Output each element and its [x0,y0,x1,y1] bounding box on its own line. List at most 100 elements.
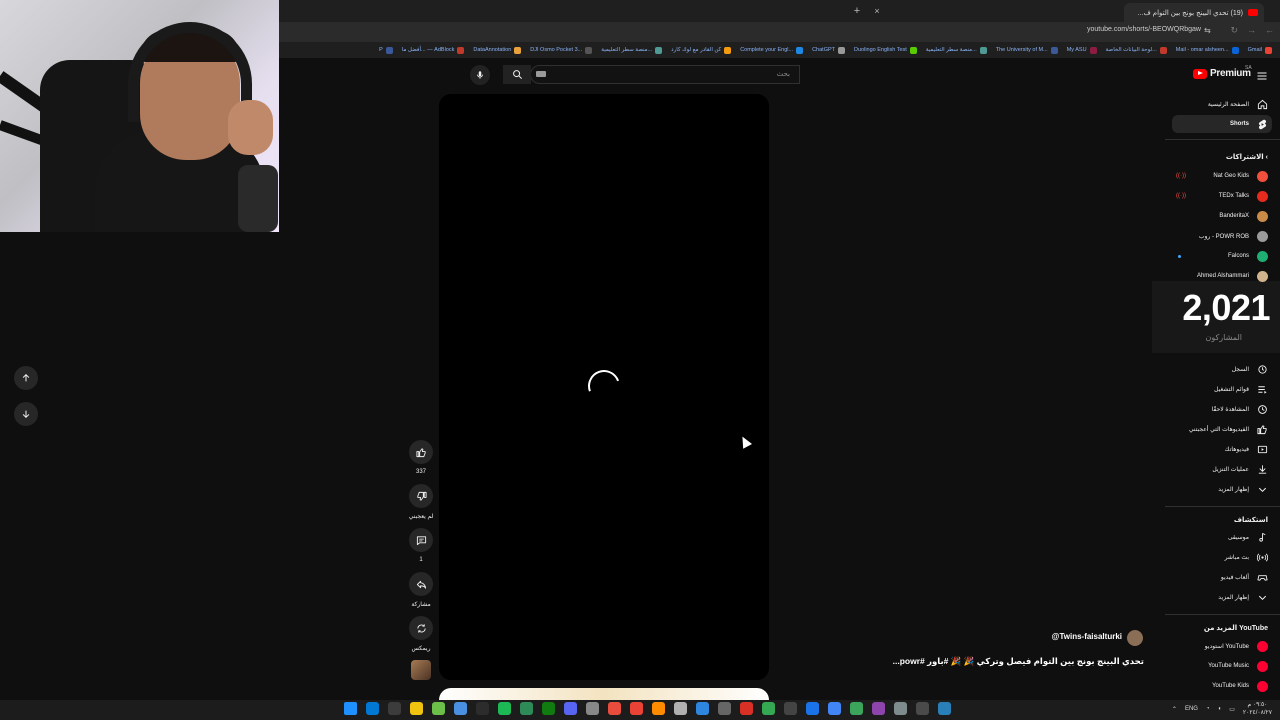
sidebar-item[interactable]: استوديو YouTube [1172,637,1272,655]
search-input[interactable] [530,65,800,84]
subscriptions-heading[interactable]: الاشتراكات ‹ [1226,153,1268,161]
bookmark-item[interactable]: P [379,46,393,54]
comments-action[interactable]: 1 [408,528,434,563]
language-indicator[interactable]: ENG [1185,706,1198,712]
sidebar-item[interactable]: YouTube Kids [1172,677,1272,695]
sidebar-item[interactable]: فيديوهاتك [1172,440,1272,458]
taskbar-app-icon[interactable] [894,702,907,715]
sidebar-item[interactable]: الفيديوهات التي أعجبتني [1172,420,1272,438]
hamburger-menu-icon[interactable] [1256,69,1268,81]
taskbar-app-icon[interactable] [476,702,489,715]
bookmark-item[interactable]: لوحة البيانات الخاصة... [1106,46,1167,54]
sound-thumbnail[interactable] [411,660,431,680]
taskbar-app-icon[interactable] [916,702,929,715]
bookmark-item[interactable]: DataAnnotation [473,46,522,54]
sidebar-channel[interactable]: روب - POWR ROB [1172,227,1272,245]
taskbar-app-icon[interactable] [872,702,885,715]
dislike-action[interactable]: لم يعجبني [408,484,434,520]
share-button[interactable] [409,572,433,596]
sidebar-item[interactable]: موسيقى [1172,528,1272,546]
bookmark-item[interactable]: أفضل ما... — AdBlock [402,46,465,54]
bookmark-item[interactable]: منصة سطر التعليمية... [926,46,987,54]
sidebar-item[interactable]: عمليات التنزيل [1172,460,1272,478]
share-action[interactable]: مشاركة [408,572,434,608]
taskbar-app-icon[interactable] [608,702,621,715]
taskbar-app-icon[interactable] [388,702,401,715]
url-field[interactable]: youtube.com/shorts/-BEOWQRbgaw [1087,26,1201,33]
tray-overflow-icon[interactable]: ⌃ [1172,706,1177,713]
taskbar-app-icon[interactable] [542,702,555,715]
sidebar-channel[interactable]: Falcons [1172,247,1272,265]
sidebar-item-home[interactable]: الصفحة الرئيسية [1172,95,1272,113]
forward-icon[interactable]: → [1247,25,1256,35]
bookmark-item[interactable]: Gmail [1248,46,1272,54]
taskbar-app-icon[interactable] [762,702,775,715]
volume-icon[interactable]: ◖ [1218,706,1222,712]
taskbar-app-icon[interactable] [740,702,753,715]
bookmark-item[interactable]: My ASU [1067,46,1097,54]
taskbar-app-icon[interactable] [718,702,731,715]
keyboard-icon[interactable] [536,71,546,77]
like-button[interactable] [409,440,433,464]
sidebar-item[interactable]: YouTube Music [1172,657,1272,675]
taskbar-app-icon[interactable] [366,702,379,715]
sidebar-item-shorts[interactable]: Shorts [1172,115,1272,133]
sidebar-item[interactable]: إظهار المزيد [1172,480,1272,498]
taskbar-app-icon[interactable] [828,702,841,715]
taskbar-app-icon[interactable] [432,702,445,715]
remix-button[interactable] [409,616,433,640]
comments-button[interactable] [409,528,433,552]
taskbar-app-icon[interactable] [520,702,533,715]
sidebar-channel[interactable]: Ahmed Alshammari [1172,267,1272,285]
taskbar-app-icon[interactable] [850,702,863,715]
active-tab[interactable]: (19) تحدي البينج بونج بين التوام ف... [1124,3,1264,22]
dislike-button[interactable] [409,484,433,508]
sidebar-item[interactable]: إظهار المزيد [1172,588,1272,606]
bookmark-item[interactable]: Mail - omar alsheen... [1176,46,1239,54]
taskbar-app-icon[interactable] [806,702,819,715]
bookmark-item[interactable]: DJI Osmo Pocket 3... [530,46,593,54]
voice-search-button[interactable] [470,65,490,85]
sidebar-item[interactable]: المشاهدة لاحقًا [1172,400,1272,418]
bookmark-item[interactable]: كن القادر مع لوك كارد [671,46,732,54]
sidebar-channel[interactable]: ((·)) TEDx Talks [1172,187,1272,205]
sidebar-item[interactable]: قوائم التشغيل [1172,380,1272,398]
bookmark-item[interactable]: The University of M... [996,46,1058,54]
sidebar-item[interactable]: ألعاب فيديو [1172,568,1272,586]
youtube-premium-logo[interactable]: Premium SA [1193,65,1252,79]
sidebar-channel[interactable]: ((·)) Nat Geo Kids [1172,167,1272,185]
taskbar-app-icon[interactable] [938,702,951,715]
reload-icon[interactable]: ↻ [1230,25,1238,36]
battery-icon[interactable]: ▭ [1229,706,1235,713]
like-action[interactable]: 337 [408,440,434,475]
taskbar-app-icon[interactable] [410,702,423,715]
wifi-icon[interactable]: ◔ [1206,706,1210,712]
close-tab-button[interactable]: × [870,4,884,18]
bookmark-item[interactable]: ChatGPT [812,46,846,54]
sidebar-channel[interactable]: BanderitaX [1172,207,1272,225]
previous-short-button[interactable] [14,366,38,390]
next-short-button[interactable] [14,402,38,426]
taskbar-app-icon[interactable] [498,702,511,715]
back-icon[interactable]: ← [1265,25,1274,35]
taskbar-app-icon[interactable] [674,702,687,715]
bookmark-item[interactable]: Complete your Engl... [740,46,804,54]
clock[interactable]: ٠٩:٥٠ م ٢٠٢٤/٠٨/٢٧ [1243,701,1272,717]
next-short-preview[interactable] [439,688,769,700]
taskbar-app-icon[interactable] [652,702,665,715]
taskbar-app-icon[interactable] [564,702,577,715]
taskbar-app-icon[interactable] [586,702,599,715]
bookmark-item[interactable]: Duolingo English Test [854,46,917,54]
remix-action[interactable]: ريمكس [408,616,434,652]
sidebar-item[interactable]: السجل [1172,360,1272,378]
video-author-handle[interactable]: @Twins-faisalturki [1052,632,1122,641]
search-button[interactable] [503,65,531,84]
bookmark-item[interactable]: منصة سطر التعليمية... [601,46,663,54]
taskbar-app-icon[interactable] [630,702,643,715]
windows-start-icon[interactable] [344,702,357,715]
taskbar-app-icon[interactable] [696,702,709,715]
taskbar-app-icon[interactable] [784,702,797,715]
author-avatar[interactable] [1127,630,1143,646]
new-tab-button[interactable]: + [850,4,864,18]
taskbar-app-icon[interactable] [454,702,467,715]
